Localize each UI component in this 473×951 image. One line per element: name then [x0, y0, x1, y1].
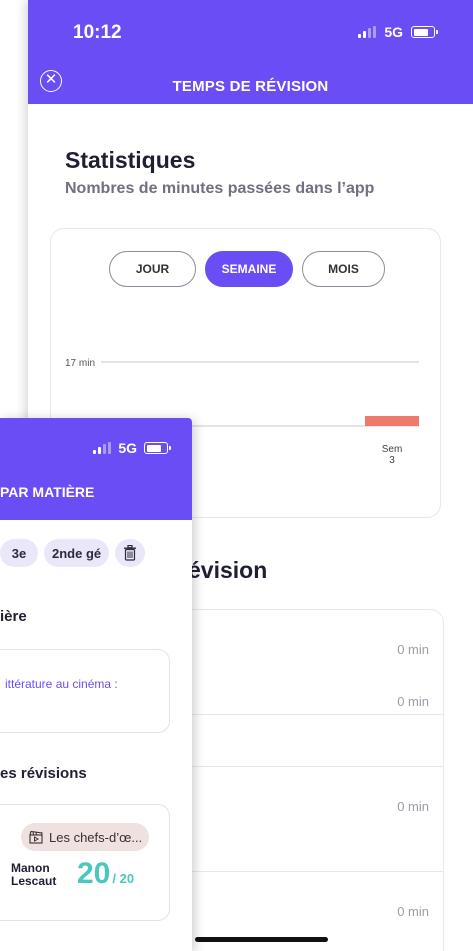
stats-subtitle: Nombres de minutes passées dans l’app [65, 180, 375, 197]
overlay-header: 5G PAR MATIÈRE [0, 418, 192, 520]
battery-icon [144, 442, 171, 454]
list-item-value: 0 min [397, 799, 429, 814]
signal-icon [358, 26, 377, 38]
list-item[interactable]: 0 min [179, 767, 443, 872]
status-indicators: 5G [358, 24, 438, 40]
level-chips: 3e 2nde gé [0, 539, 146, 567]
chip-2nde[interactable]: 2nde gé [44, 539, 110, 567]
network-label: 5G [118, 440, 137, 456]
chip-3e[interactable]: 3e [0, 539, 38, 567]
overlay-status-indicators: 5G [93, 440, 171, 456]
list-item-value: 0 min [397, 642, 429, 657]
subject-text: ittérature au cinéma : [5, 677, 118, 691]
student-last-name: Lescaut [11, 874, 57, 888]
stats-title: Statistiques [65, 147, 196, 173]
status-time: 10:12 [73, 22, 122, 43]
battery-icon [411, 26, 438, 38]
score-max: / 20 [112, 871, 135, 886]
overlay-title: PAR MATIÈRE [0, 484, 95, 500]
reference-line-label: 17 min [65, 358, 95, 369]
trash-icon[interactable] [115, 539, 146, 567]
revision-section-title: évision [188, 557, 268, 583]
subject-label: ière [0, 608, 27, 625]
revision-card[interactable]: Les chefs-d’œ... Manon Lescaut 20 / 20 [0, 804, 170, 921]
revision-chip: Les chefs-d’œ... [21, 823, 149, 851]
list-item[interactable]: 0 min [179, 662, 443, 767]
page-title: TEMPS DE RÉVISION [172, 78, 329, 95]
revision-chip-label: Les chefs-d’œ... [49, 829, 143, 845]
revision-score: 20 / 20 [77, 857, 134, 891]
subject-card[interactable]: ittérature au cinéma : [0, 649, 170, 733]
list-item-value: 0 min [397, 904, 429, 919]
home-indicator[interactable] [195, 937, 328, 942]
x-tick-label: Sem [382, 444, 403, 455]
signal-icon [93, 442, 112, 454]
chart-bar[interactable] [365, 416, 419, 426]
clapperboard-icon [29, 830, 43, 844]
overlay-screen: 5G PAR MATIÈRE 3e 2nde gé ière ittératur… [0, 418, 192, 951]
x-tick-label: 3 [389, 455, 395, 466]
network-label: 5G [384, 24, 403, 40]
revision-list: 0 min 0 min 0 min 0 min [178, 609, 444, 951]
list-item-value: 0 min [397, 694, 429, 709]
score-value: 20 [77, 857, 111, 890]
app-header: 10:12 5G ✕ TEMPS DE RÉVISION [28, 0, 473, 104]
revisions-label: es révisions [0, 765, 87, 782]
student-name: Manon Lescaut [11, 862, 56, 888]
